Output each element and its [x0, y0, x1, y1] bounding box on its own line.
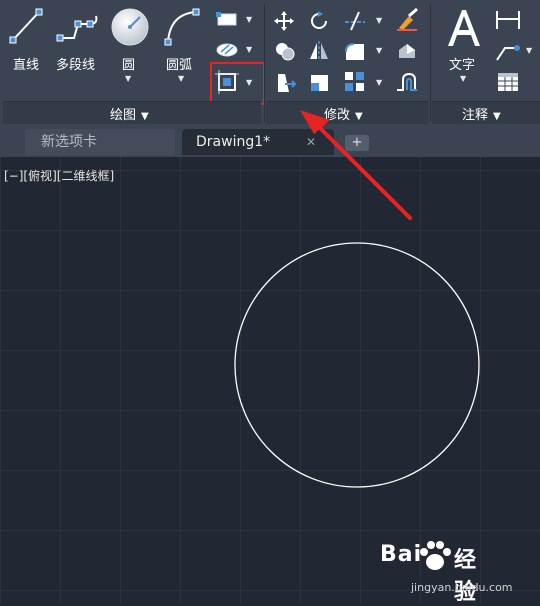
line-tool-label: 直线	[13, 58, 40, 73]
file-tab-bar: 新选项卡 Drawing1* ✕ +	[0, 127, 540, 157]
text-icon	[448, 10, 480, 46]
hatch-icon	[216, 43, 238, 57]
tab-new[interactable]: 新选项卡	[25, 129, 175, 155]
array-dropdown-icon[interactable]: ▼	[376, 78, 382, 87]
watermark-url: jingyan.baidu.com	[411, 581, 513, 594]
stretch-tool[interactable]	[273, 70, 297, 94]
panel-separator	[264, 4, 265, 122]
move-tool[interactable]	[273, 10, 295, 32]
mirror-icon	[310, 41, 328, 61]
ribbon: 直线 多段线 圆 ▼ 圆弧 ▼ ▼ ▼ ▼ 绘图 ▼ ▼ ▼ ▼ 修改 ▼ 文字…	[0, 0, 540, 127]
annotate-panel-title[interactable]: 注释 ▼	[462, 104, 501, 123]
copy-icon	[276, 43, 295, 61]
polyline-icon	[56, 15, 98, 42]
viewport-controls[interactable]: [−][俯视][二维线框]	[4, 167, 114, 184]
explode-icon	[399, 44, 415, 58]
panel-separator	[430, 4, 431, 122]
annotate-panel-dropdown-icon: ▼	[493, 111, 501, 122]
explode-tool[interactable]	[395, 40, 419, 62]
modify-panel-dropdown-icon: ▼	[355, 111, 363, 122]
table-tool[interactable]	[497, 72, 519, 92]
fillet-tool[interactable]	[343, 40, 373, 62]
fillet-dropdown-icon[interactable]: ▼	[376, 46, 382, 55]
modify-panel-title-label: 修改	[324, 108, 351, 123]
rotate-icon	[311, 11, 327, 29]
circle-icon	[111, 8, 149, 46]
new-tab-button[interactable]: +	[345, 135, 369, 151]
array-icon	[345, 72, 364, 91]
offset-icon	[397, 72, 417, 91]
rectangle-dropdown-icon[interactable]: ▼	[246, 15, 252, 24]
watermark-brand2: 经验	[454, 548, 478, 605]
table-icon	[498, 73, 518, 91]
dimension-tool[interactable]	[495, 8, 521, 32]
rectangle-icon	[216, 12, 237, 26]
offset-tool[interactable]	[395, 70, 419, 94]
copy-tool[interactable]	[273, 40, 297, 62]
erase-icon	[397, 7, 418, 31]
scale-icon	[311, 75, 328, 91]
highlight-box	[210, 62, 265, 105]
leader-icon	[496, 45, 520, 61]
leader-dropdown-icon[interactable]: ▼	[526, 46, 532, 55]
modify-panel-title[interactable]: 修改 ▼	[324, 104, 363, 123]
erase-tool[interactable]	[395, 7, 419, 32]
draw-panel-title[interactable]: 绘图 ▼	[110, 104, 149, 123]
polyline-tool-label: 多段线	[56, 58, 96, 73]
mirror-tool[interactable]	[308, 40, 330, 62]
arc-dropdown-icon[interactable]: ▼	[178, 74, 184, 83]
line-icon	[9, 8, 43, 44]
arc-icon	[164, 8, 200, 46]
move-icon	[274, 11, 294, 31]
annotate-panel-title-label: 注释	[462, 108, 489, 123]
circle-dropdown-icon[interactable]: ▼	[125, 74, 131, 83]
trim-dropdown-icon[interactable]: ▼	[376, 16, 382, 25]
paw-logo-icon	[420, 541, 451, 570]
array-tool[interactable]	[343, 70, 373, 94]
close-icon[interactable]: ✕	[306, 135, 316, 149]
draw-panel-title-label: 绘图	[110, 108, 137, 123]
watermark-brand: Bai	[380, 542, 423, 567]
fillet-icon	[345, 43, 364, 60]
hatch-dropdown-icon[interactable]: ▼	[246, 45, 252, 54]
circle-tool-label: 圆	[122, 58, 136, 73]
drawing-canvas[interactable]	[0, 157, 540, 604]
leader-tool[interactable]	[495, 40, 521, 62]
arc-tool-label: 圆弧	[166, 58, 193, 73]
trim-icon	[345, 11, 365, 31]
trim-tool[interactable]	[343, 10, 373, 32]
dimension-icon	[496, 11, 520, 29]
text-dropdown-icon[interactable]: ▼	[460, 74, 466, 83]
rotate-tool[interactable]	[308, 10, 330, 32]
scale-tool[interactable]	[308, 70, 332, 94]
draw-panel-dropdown-icon: ▼	[141, 111, 149, 122]
stretch-icon	[278, 74, 297, 92]
text-tool-label: 文字	[449, 58, 476, 73]
